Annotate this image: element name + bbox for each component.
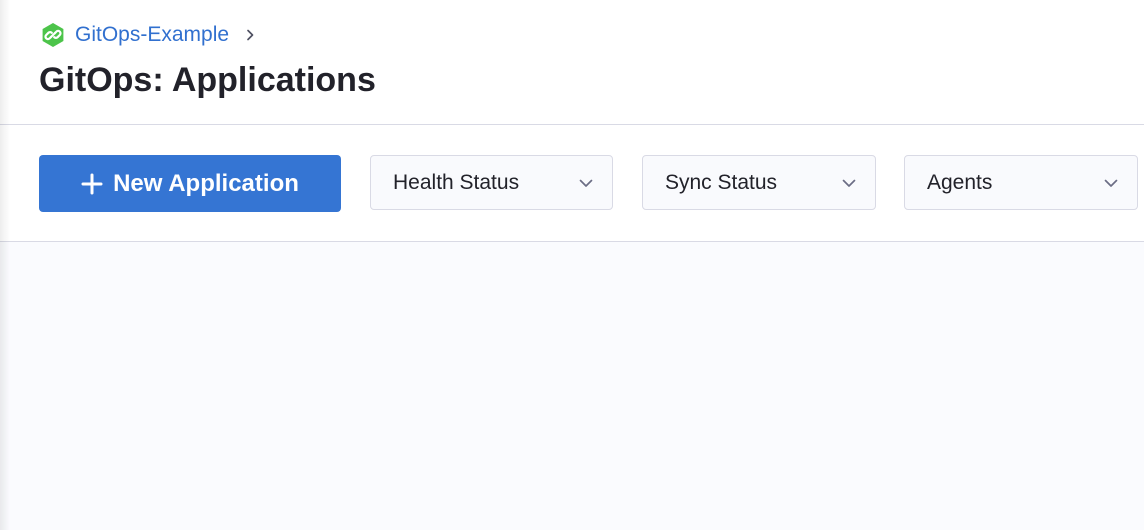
new-application-label: New Application <box>113 169 299 197</box>
new-application-button[interactable]: New Application <box>39 155 341 212</box>
chevron-right-icon <box>243 28 257 42</box>
breadcrumb-project-link[interactable]: GitOps-Example <box>75 22 229 48</box>
agents-dropdown[interactable]: Agents <box>904 155 1138 210</box>
hexagon-link-icon <box>40 22 66 48</box>
page-header: GitOps-Example GitOps: Applications <box>0 0 1144 125</box>
chevron-down-icon <box>841 175 857 191</box>
plus-icon <box>81 173 103 195</box>
toolbar: New Application Health Status Sync Statu… <box>0 125 1144 242</box>
applications-content-area <box>0 242 1144 530</box>
chevron-down-icon <box>1103 175 1119 191</box>
gitops-applications-page: GitOps-Example GitOps: Applications New … <box>0 0 1144 530</box>
agents-label: Agents <box>927 170 993 194</box>
sync-status-dropdown[interactable]: Sync Status <box>642 155 876 210</box>
sync-status-label: Sync Status <box>665 170 778 194</box>
sidebar-edge-shadow <box>0 0 10 530</box>
chevron-down-icon <box>578 175 594 191</box>
page-title: GitOps: Applications <box>39 61 376 99</box>
health-status-label: Health Status <box>393 170 520 194</box>
breadcrumb: GitOps-Example <box>40 22 257 48</box>
health-status-dropdown[interactable]: Health Status <box>370 155 613 210</box>
